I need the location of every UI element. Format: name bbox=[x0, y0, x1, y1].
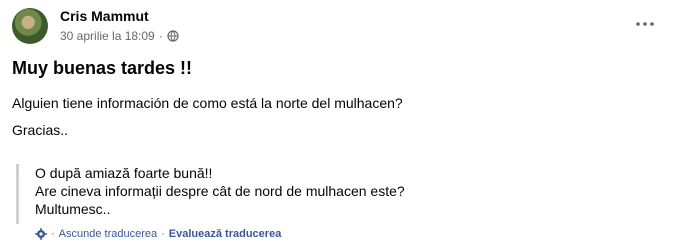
rate-translation-link[interactable]: Evaluează traducerea bbox=[169, 228, 282, 240]
post-timestamp[interactable]: 30 aprilie la 18:09 bbox=[60, 29, 155, 43]
translation-line: Multumesc.. bbox=[35, 201, 111, 217]
translation-block: O după amiază foarte bună!! Are cineva i… bbox=[16, 164, 635, 224]
more-options-icon[interactable] bbox=[633, 14, 657, 34]
meta-separator: · bbox=[158, 29, 163, 43]
post-body-line: Gracias.. bbox=[12, 122, 69, 138]
translation-line: Are cineva informații despre cât de nord… bbox=[35, 183, 405, 199]
post-body-line: Alguien tiene información de como está l… bbox=[12, 95, 403, 111]
hide-translation-link[interactable]: Ascunde traducerea bbox=[59, 228, 157, 240]
gear-icon[interactable] bbox=[35, 228, 47, 240]
author-avatar[interactable] bbox=[12, 8, 48, 44]
translation-separator: · bbox=[51, 228, 55, 240]
translation-line: O după amiază foarte bună!! bbox=[35, 165, 213, 181]
translation-separator: · bbox=[161, 228, 165, 240]
post-meta: 30 aprilie la 18:09 · bbox=[60, 29, 179, 43]
post-card: Cris Mammut 30 aprilie la 18:09 · Muy bu… bbox=[0, 0, 677, 248]
post-title: Muy buenas tardes !! bbox=[12, 58, 193, 78]
author-name[interactable]: Cris Mammut bbox=[60, 8, 149, 24]
globe-icon[interactable] bbox=[167, 30, 179, 42]
translation-actions: · Ascunde traducerea · Evaluează traduce… bbox=[35, 228, 281, 240]
